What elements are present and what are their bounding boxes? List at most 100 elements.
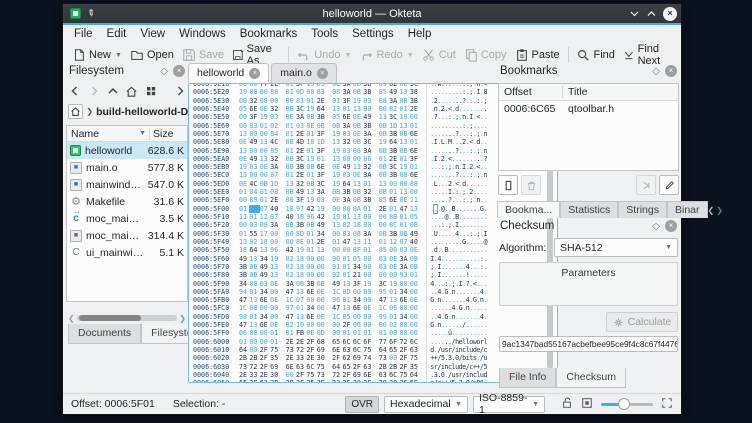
hex-byte[interactable]: 47: [239, 321, 249, 329]
hex-byte[interactable]: 03: [260, 280, 270, 288]
hex-byte[interactable]: 34: [260, 288, 270, 296]
hex-row[interactable]: 0006:5F50186413964219011300008F018500030…: [191, 246, 544, 254]
hex-byte[interactable]: 19: [353, 97, 363, 105]
hex-byte[interactable]: 30: [270, 371, 280, 379]
ascii-char[interactable]: ?: [483, 155, 487, 163]
document-tab-helloworld[interactable]: helloworld×: [188, 63, 269, 83]
hex-byte[interactable]: 40: [410, 238, 420, 246]
hex-byte[interactable]: 01: [260, 188, 270, 196]
hex-byte[interactable]: 6C: [353, 346, 363, 354]
hex-byte[interactable]: 2E: [306, 354, 316, 362]
hex-byte[interactable]: 32: [296, 180, 306, 188]
hex-byte[interactable]: 78: [379, 379, 389, 382]
hex-byte[interactable]: 49: [317, 221, 327, 229]
hex-byte[interactable]: 00: [306, 321, 316, 329]
hex-byte[interactable]: 2E: [317, 238, 327, 246]
hex-byte[interactable]: 32: [363, 163, 373, 171]
hex-byte[interactable]: 0D: [317, 329, 327, 337]
hex-byte[interactable]: 2F: [296, 379, 306, 382]
hex-byte[interactable]: 0B: [410, 221, 420, 229]
hex-byte[interactable]: 3A: [343, 196, 353, 204]
hex-byte[interactable]: 3A: [270, 221, 280, 229]
icon-view-button[interactable]: [142, 83, 159, 100]
hex-byte[interactable]: 6E: [306, 313, 316, 321]
hex-byte[interactable]: 00: [286, 238, 296, 246]
hex-byte[interactable]: 65: [343, 363, 353, 371]
hex-byte[interactable]: 06: [353, 321, 363, 329]
hex-byte[interactable]: 35: [410, 363, 420, 371]
rename-bookmark-button[interactable]: [659, 175, 679, 195]
hex-byte[interactable]: 05: [410, 213, 420, 221]
hex-byte[interactable]: 35: [306, 379, 316, 382]
hex-byte[interactable]: 00: [286, 371, 296, 379]
hex-byte[interactable]: 03: [296, 122, 306, 130]
hex-byte[interactable]: 0D: [296, 88, 306, 96]
hex-byte[interactable]: 13: [249, 296, 259, 304]
hex-byte[interactable]: 00: [379, 105, 389, 113]
hex-byte[interactable]: 75: [270, 346, 280, 354]
hex-byte[interactable]: 00: [399, 304, 409, 312]
ascii-char[interactable]: 8: [483, 88, 487, 96]
hex-byte[interactable]: 00: [410, 321, 420, 329]
hex-byte[interactable]: 3A: [343, 122, 353, 130]
close-panel-icon[interactable]: ×: [665, 65, 677, 77]
hex-byte[interactable]: 00: [306, 88, 316, 96]
hex-byte[interactable]: 01: [260, 196, 270, 204]
hex-byte[interactable]: 64: [410, 371, 420, 379]
hex-byte[interactable]: 00: [306, 263, 316, 271]
hex-byte[interactable]: 3C: [389, 113, 399, 121]
ascii-char[interactable]: @: [483, 238, 487, 246]
hex-byte[interactable]: 75: [399, 371, 409, 379]
hex-byte[interactable]: 49: [363, 113, 373, 121]
dock-tab-documents[interactable]: Documents: [68, 324, 141, 344]
back-button[interactable]: [66, 83, 83, 100]
hex-row[interactable]: 0006:5FF00600000101FB0E0D000101010100000…: [191, 329, 544, 337]
hex-byte[interactable]: 07: [399, 238, 409, 246]
hex-byte[interactable]: 12: [260, 213, 270, 221]
hex-byte[interactable]: 00: [399, 321, 409, 329]
hex-byte[interactable]: 3F: [249, 113, 259, 121]
hex-byte[interactable]: 01: [239, 338, 249, 346]
hex-byte[interactable]: 32: [249, 97, 259, 105]
hex-byte[interactable]: 3A: [270, 163, 280, 171]
hex-byte[interactable]: 13: [353, 238, 363, 246]
ascii-char[interactable]: .: [483, 188, 487, 196]
hex-byte[interactable]: 00: [379, 271, 389, 279]
hex-byte[interactable]: 13: [353, 105, 363, 113]
hex-byte[interactable]: 01: [306, 230, 316, 238]
algorithm-select[interactable]: SHA-512 ▼: [554, 238, 678, 257]
hex-byte[interactable]: 13: [379, 180, 389, 188]
hex-byte[interactable]: 13: [270, 271, 280, 279]
tabs-scroll-left-icon[interactable]: ❮: [708, 206, 715, 215]
tab-close-icon[interactable]: ×: [249, 68, 260, 79]
menu-item-file[interactable]: File: [67, 26, 100, 42]
hex-byte[interactable]: 13: [239, 171, 249, 179]
hex-byte[interactable]: 00: [286, 97, 296, 105]
hex-byte[interactable]: 95: [379, 288, 389, 296]
hex-byte[interactable]: 0B: [399, 171, 409, 179]
hex-byte[interactable]: 00: [389, 354, 399, 362]
hex-byte[interactable]: 01: [343, 105, 353, 113]
hex-byte[interactable]: 8E: [296, 238, 306, 246]
hex-byte[interactable]: 5F: [410, 379, 420, 382]
hex-byte[interactable]: 6E: [353, 304, 363, 312]
hex-byte[interactable]: 64: [249, 246, 259, 254]
ascii-char[interactable]: .: [483, 213, 487, 221]
hex-byte[interactable]: 42: [286, 246, 296, 254]
hex-byte[interactable]: 11: [410, 196, 420, 204]
hex-byte[interactable]: 00: [379, 213, 389, 221]
hex-byte[interactable]: 00: [363, 296, 373, 304]
hex-byte[interactable]: 4C: [249, 180, 259, 188]
hex-byte[interactable]: 19: [363, 280, 373, 288]
hex-byte[interactable]: 4C: [270, 138, 280, 146]
hex-byte[interactable]: 00: [306, 271, 316, 279]
file-row[interactable]: c̈moc_mainwi...3.5 K: [67, 210, 187, 227]
hex-byte[interactable]: 3B: [296, 221, 306, 229]
ascii-char[interactable]: n: [483, 130, 487, 138]
tabs-scroll-right-icon[interactable]: ❯: [716, 206, 723, 215]
hex-byte[interactable]: 3B: [343, 188, 353, 196]
hex-byte[interactable]: 3B: [296, 163, 306, 171]
hex-byte[interactable]: 01: [286, 329, 296, 337]
hex-byte[interactable]: 1D: [317, 138, 327, 146]
hex-byte[interactable]: 6C: [306, 363, 316, 371]
